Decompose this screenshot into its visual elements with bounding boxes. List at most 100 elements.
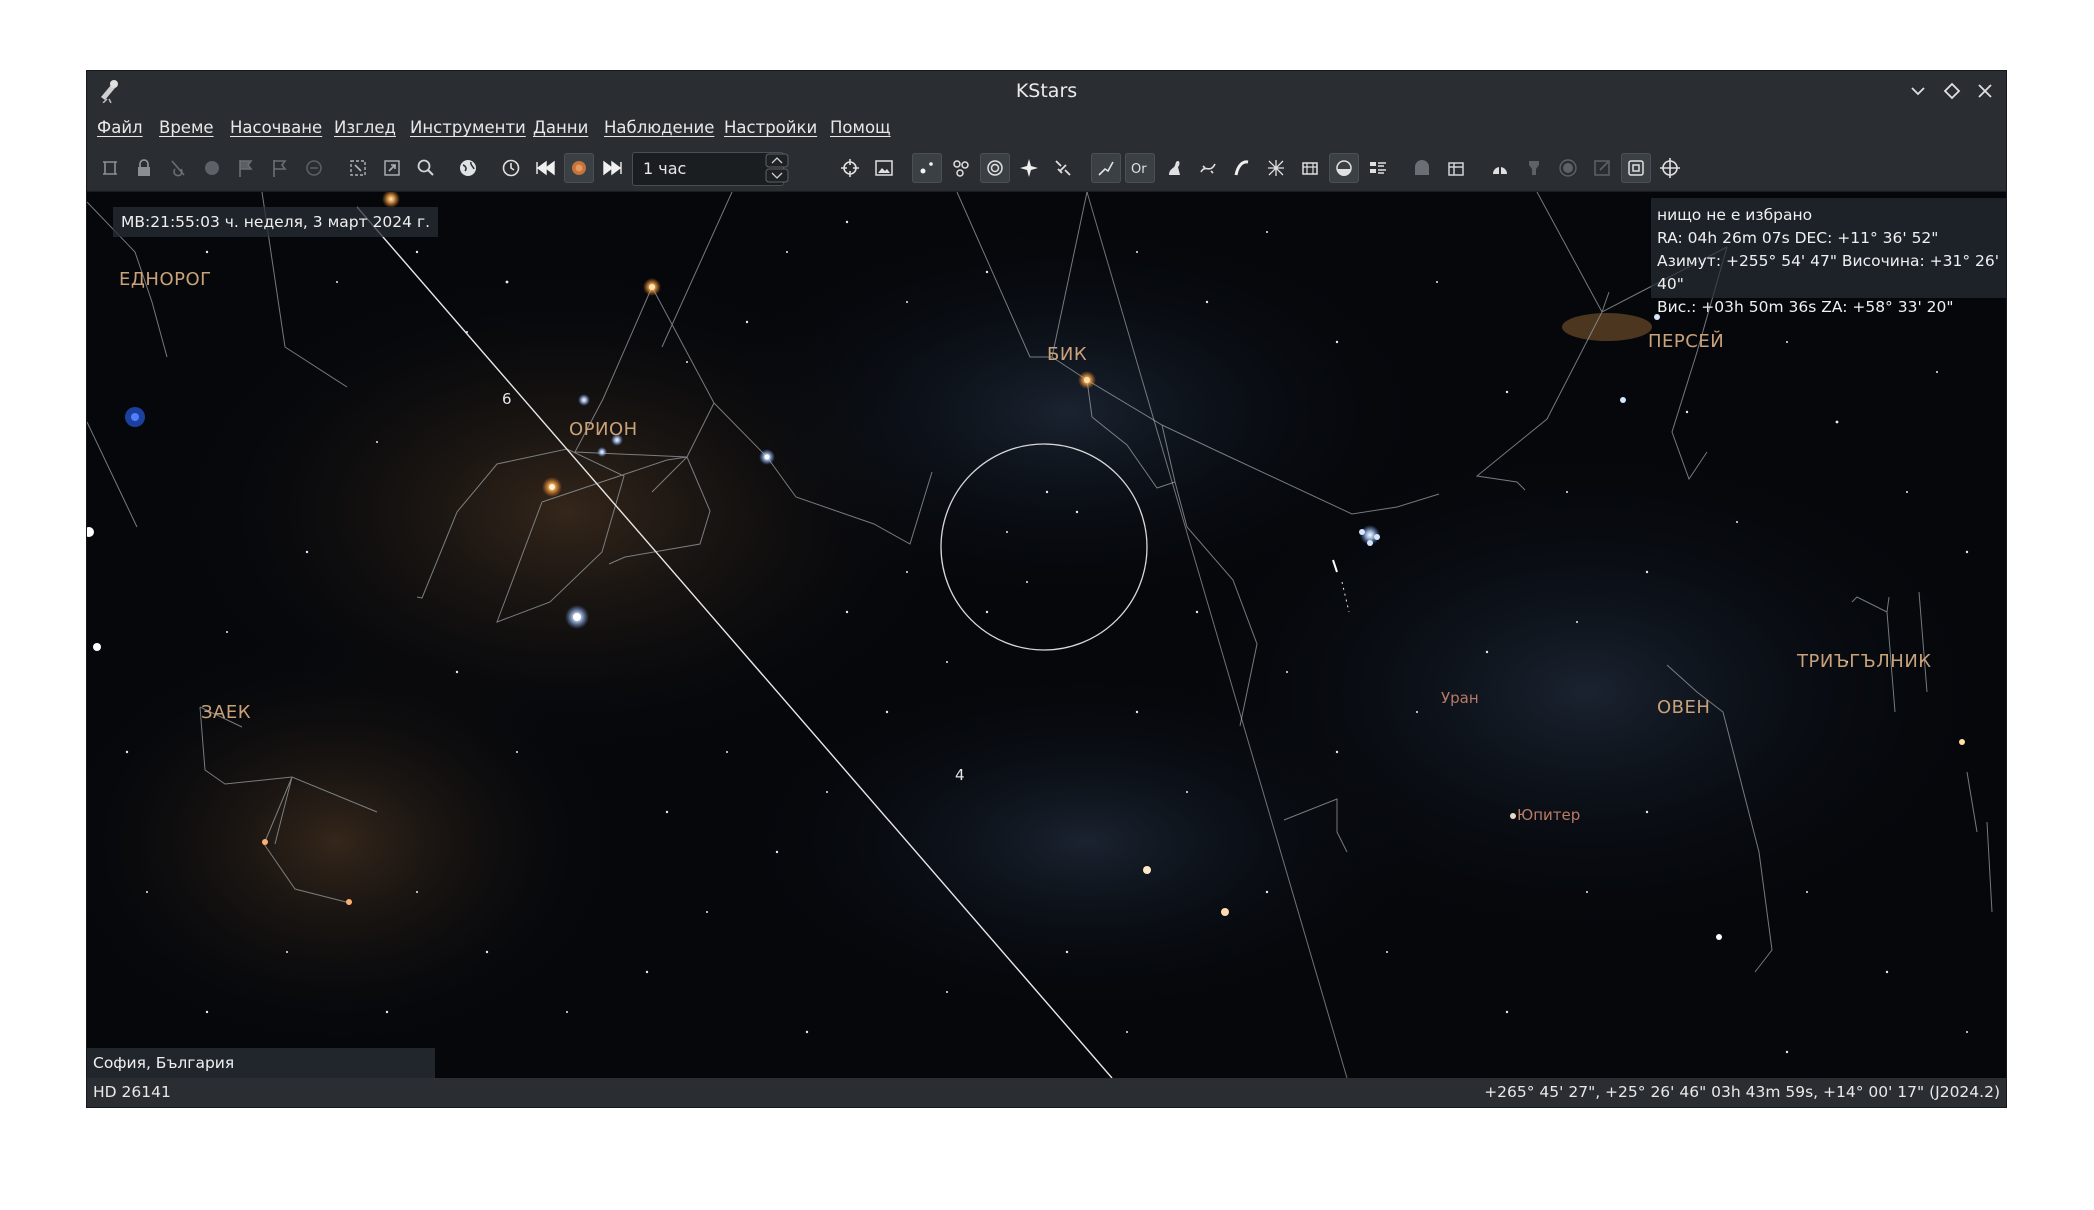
menu-observation[interactable]: Наблюдение bbox=[604, 118, 714, 137]
zoom-region-icon bbox=[384, 160, 400, 176]
status-bar: HD 26141 +265° 45' 27", +25° 26' 46" 03h… bbox=[87, 1078, 2006, 1107]
title-bar: KStars bbox=[87, 71, 2006, 111]
toggle-stars-button[interactable] bbox=[912, 153, 942, 183]
ecliptic-marker-6: 6 bbox=[502, 390, 512, 408]
menu-tools[interactable]: Инструменти bbox=[410, 118, 526, 137]
kstars-window: KStars Файл Време Насочване Изглед Инстр… bbox=[87, 71, 2006, 1107]
lock-button[interactable] bbox=[129, 153, 159, 183]
export-button[interactable] bbox=[1587, 153, 1617, 183]
menu-settings[interactable]: Настройки bbox=[724, 118, 817, 137]
galaxy-icon bbox=[987, 160, 1003, 176]
label-uranus[interactable]: Уран bbox=[1441, 689, 1479, 707]
constellation-lines-icon bbox=[1098, 161, 1114, 176]
toggle-equator-button[interactable] bbox=[1261, 153, 1291, 183]
constellation-art-icon bbox=[1169, 161, 1180, 175]
zoom-region-button[interactable] bbox=[377, 153, 407, 183]
track-icon bbox=[171, 160, 185, 177]
home-button[interactable] bbox=[95, 153, 125, 183]
stop-clock-button[interactable] bbox=[564, 153, 594, 183]
sky-map[interactable]: МВ:21:55:03 ч. неделя, 3 март 2024 г. ни… bbox=[87, 192, 2006, 1078]
menu-time[interactable]: Време bbox=[159, 118, 214, 137]
export-icon bbox=[1594, 160, 1610, 176]
label-jupiter[interactable]: Юпитер bbox=[1517, 806, 1580, 824]
maximize-button[interactable] bbox=[1938, 77, 1966, 105]
toggle-columns-button[interactable] bbox=[1363, 153, 1393, 183]
track-button[interactable] bbox=[163, 153, 193, 183]
set-time-button[interactable] bbox=[496, 153, 526, 183]
menu-file[interactable]: Файл bbox=[97, 118, 143, 137]
search-icon bbox=[417, 159, 434, 176]
toggle-constellation-lines-button[interactable] bbox=[1091, 153, 1121, 183]
ecliptic-icon bbox=[1234, 160, 1249, 176]
main-toolbar: Or bbox=[87, 145, 2006, 192]
stop-icon bbox=[572, 161, 586, 175]
time-step-value: 1 час bbox=[643, 159, 687, 178]
satellite-icon bbox=[1055, 160, 1071, 176]
crosshair-button[interactable] bbox=[835, 153, 865, 183]
flag-button[interactable] bbox=[231, 153, 261, 183]
label-monoceros: ЕДНОРОГ bbox=[119, 269, 212, 290]
toggle-solar-system-button[interactable] bbox=[1014, 153, 1044, 183]
toggle-constellation-art-button[interactable] bbox=[1159, 153, 1189, 183]
observatory-button[interactable] bbox=[1407, 153, 1437, 183]
toggle-horizon-button[interactable] bbox=[1295, 153, 1325, 183]
deep-sky-icon bbox=[953, 160, 969, 177]
menu-data[interactable]: Данни bbox=[533, 118, 588, 137]
target-icon bbox=[1660, 158, 1680, 178]
label-aries: ОВЕН bbox=[1657, 697, 1711, 718]
camera-button[interactable] bbox=[1553, 153, 1583, 183]
step-forward-button[interactable] bbox=[598, 153, 628, 183]
fov-button[interactable] bbox=[1621, 153, 1651, 183]
step-backward-button[interactable] bbox=[530, 153, 560, 183]
observatory-icon bbox=[1415, 160, 1429, 175]
info-selection: нищо не е избрано bbox=[1657, 206, 1813, 224]
minimize-button[interactable] bbox=[1904, 77, 1932, 105]
filter-icon bbox=[1529, 161, 1539, 175]
toggle-satellites-button[interactable] bbox=[1048, 153, 1078, 183]
image-icon bbox=[875, 160, 893, 176]
zoom-fit-button[interactable] bbox=[343, 153, 373, 183]
info-hour-angle: Вис.: +03h 50m 36s ZA: +58° 33' 20" bbox=[1657, 298, 1954, 316]
image-viewer-button[interactable] bbox=[869, 153, 899, 183]
home-icon bbox=[103, 161, 117, 175]
geo-location-button[interactable] bbox=[453, 153, 483, 183]
object-info-box: нищо не е избрано RA: 04h 26m 07s DEC: +… bbox=[1651, 198, 2006, 316]
info-az-alt: Азимут: +255° 54' 47" Височина: +31° 26'… bbox=[1657, 252, 1999, 293]
status-object: HD 26141 bbox=[93, 1083, 171, 1101]
add-flag-button[interactable] bbox=[265, 153, 295, 183]
time-step-spinbox[interactable]: 1 час bbox=[632, 152, 784, 186]
zoom-fit-icon bbox=[350, 160, 366, 176]
toggle-ecliptic-button[interactable] bbox=[1227, 153, 1257, 183]
find-button[interactable] bbox=[411, 153, 441, 183]
toggle-ground-button[interactable] bbox=[1329, 153, 1359, 183]
dome-icon bbox=[1493, 167, 1507, 174]
filter-button[interactable] bbox=[1519, 153, 1549, 183]
camera-icon bbox=[1559, 159, 1577, 177]
toggle-constellation-names-button[interactable]: Or bbox=[1125, 153, 1155, 183]
stars-icon bbox=[920, 162, 933, 174]
target-button[interactable] bbox=[1655, 153, 1685, 183]
remove-button[interactable] bbox=[299, 153, 329, 183]
dome-button[interactable] bbox=[1485, 153, 1515, 183]
toggle-galaxies-button[interactable] bbox=[980, 153, 1010, 183]
status-coordinates: +265° 45' 27", +25° 26' 46" 03h 43m 59s,… bbox=[1484, 1083, 2000, 1101]
close-icon bbox=[1978, 84, 1992, 98]
time-step-unit-spin[interactable] bbox=[765, 153, 789, 183]
menu-view[interactable]: Изглед bbox=[334, 118, 396, 137]
close-button[interactable] bbox=[1971, 77, 1999, 105]
telescope-icon bbox=[1448, 162, 1464, 176]
sky-canvas[interactable] bbox=[87, 192, 2006, 1078]
record-button[interactable] bbox=[197, 153, 227, 183]
ground-icon bbox=[1336, 160, 1352, 176]
menu-help[interactable]: Помощ bbox=[830, 118, 891, 137]
jupiter-marker[interactable] bbox=[1509, 812, 1517, 820]
menu-bar: Файл Време Насочване Изглед Инструменти … bbox=[87, 111, 2006, 145]
crosshair-icon bbox=[841, 159, 859, 177]
ecliptic-marker-4: 4 bbox=[955, 766, 965, 784]
flag-icon bbox=[239, 160, 253, 177]
toggle-deep-sky-button[interactable] bbox=[946, 153, 976, 183]
toggle-milky-way-button[interactable] bbox=[1193, 153, 1223, 183]
mount-button[interactable] bbox=[1441, 153, 1471, 183]
horizon-icon bbox=[1302, 162, 1318, 175]
menu-pointing[interactable]: Насочване bbox=[230, 118, 322, 137]
